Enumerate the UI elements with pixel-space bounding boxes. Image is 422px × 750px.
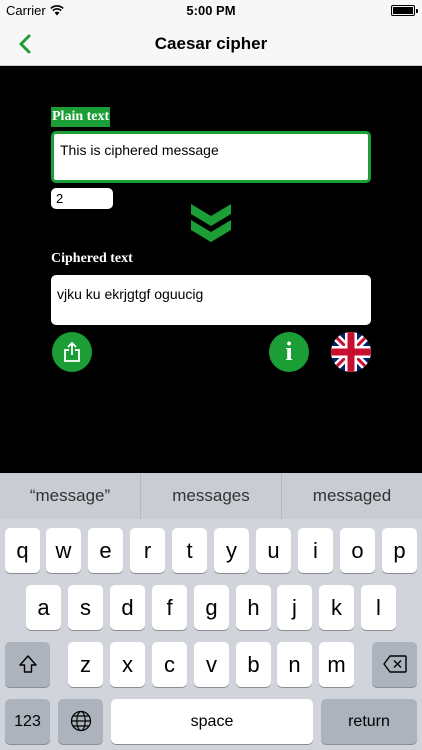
double-chevron-down-icon [191, 204, 231, 242]
space-key[interactable]: space [111, 699, 313, 744]
prediction-bar: “message” messages messaged [0, 473, 422, 519]
key-y[interactable]: y [214, 528, 249, 573]
language-button[interactable] [331, 332, 371, 372]
status-time: 5:00 PM [186, 3, 236, 18]
key-x[interactable]: x [110, 642, 145, 687]
shift-input[interactable]: 2 [51, 188, 113, 209]
ciphered-text-output[interactable]: vjku ku ekrjgtgf oguucig [51, 275, 371, 325]
key-s[interactable]: s [68, 585, 103, 630]
key-i[interactable]: i [298, 528, 333, 573]
key-w[interactable]: w [46, 528, 81, 573]
key-c[interactable]: c [152, 642, 187, 687]
key-b[interactable]: b [236, 642, 271, 687]
key-n[interactable]: n [277, 642, 312, 687]
navigation-bar: Caesar cipher [0, 22, 422, 66]
key-h[interactable]: h [236, 585, 271, 630]
key-f[interactable]: f [152, 585, 187, 630]
info-icon: i [285, 337, 293, 366]
keyboard: “message” messages messaged q w e r t y … [0, 473, 422, 750]
key-u[interactable]: u [256, 528, 291, 573]
plain-text-input[interactable]: This is ciphered message [51, 131, 371, 183]
shift-arrow-icon [18, 655, 37, 673]
key-o[interactable]: o [340, 528, 375, 573]
key-j[interactable]: j [277, 585, 312, 630]
shift-key[interactable] [5, 642, 50, 687]
key-k[interactable]: k [319, 585, 354, 630]
key-g[interactable]: g [194, 585, 229, 630]
numbers-key[interactable]: 123 [5, 699, 50, 744]
key-d[interactable]: d [110, 585, 145, 630]
key-p[interactable]: p [382, 528, 417, 573]
status-bar: Carrier 5:00 PM [0, 0, 422, 22]
prediction-2[interactable]: messages [140, 473, 281, 519]
share-button[interactable] [52, 332, 92, 372]
battery-icon [391, 5, 418, 16]
key-l[interactable]: l [361, 585, 396, 630]
key-q[interactable]: q [5, 528, 40, 573]
delete-key[interactable] [372, 642, 417, 687]
globe-icon [70, 710, 91, 732]
share-icon [64, 341, 80, 362]
page-title: Caesar cipher [154, 34, 268, 53]
cipher-panel: Plain text This is ciphered message 2 Ci… [0, 66, 422, 473]
info-button[interactable]: i [269, 332, 309, 372]
plain-text-label: Plain text [51, 107, 111, 127]
key-v[interactable]: v [194, 642, 229, 687]
ciphered-text-label: Ciphered text [51, 251, 133, 266]
key-r[interactable]: r [130, 528, 165, 573]
key-t[interactable]: t [172, 528, 207, 573]
key-m[interactable]: m [319, 642, 354, 687]
prediction-3[interactable]: messaged [281, 473, 422, 519]
return-key[interactable]: return [321, 699, 417, 744]
key-e[interactable]: e [88, 528, 123, 573]
uk-flag-icon [331, 332, 371, 372]
delete-backspace-icon [382, 655, 407, 673]
key-a[interactable]: a [26, 585, 61, 630]
prediction-1[interactable]: “message” [0, 473, 140, 519]
key-z[interactable]: z [68, 642, 103, 687]
globe-key[interactable] [58, 699, 103, 744]
